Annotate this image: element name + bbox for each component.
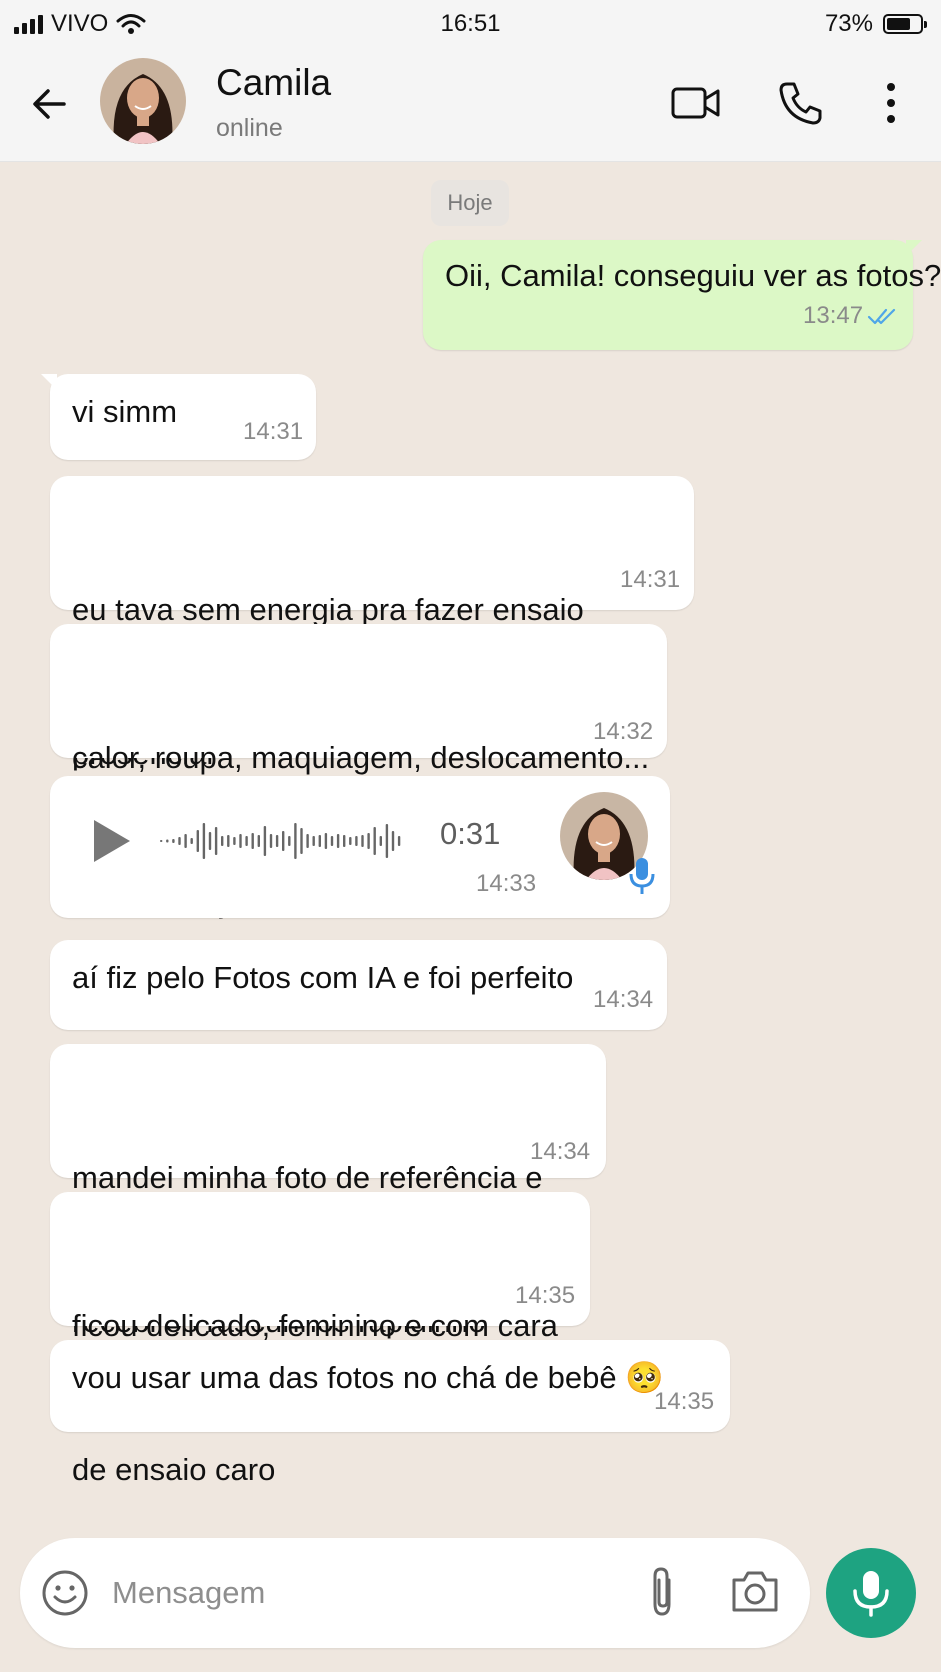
camera-icon[interactable] [730,1568,780,1614]
message-text: aí fiz pelo Fotos com IA e foi perfeito [72,960,574,995]
waveform-bar [306,834,309,848]
message-input[interactable] [112,1568,532,1618]
waveform-bar [355,836,358,846]
message-text: Oii, Camila! conseguiu ver as fotos? [445,258,941,293]
message-time: 14:33 [476,870,537,897]
chat-area[interactable]: Hoje Oii, Camila! conseguiu ver as fotos… [0,162,941,1532]
waveform-bar [166,839,169,843]
message-text: vou usar uma das fotos no chá de bebê 🥺 [72,1360,664,1395]
message-line: de ensaio caro [72,1452,276,1487]
waveform-bar [172,839,175,843]
incoming-message[interactable]: aí fiz pelo Fotos com IA e foi perfeito … [50,940,667,1030]
chat-header: Camila online [0,50,941,162]
mic-badge-icon [629,858,655,894]
waveform-bar [233,837,236,845]
date-chip: Hoje [431,180,509,226]
attach-icon[interactable] [642,1564,682,1620]
waveform-bar [318,835,321,847]
contact-status: online [216,114,283,142]
more-options-icon[interactable] [868,78,914,128]
audio-message[interactable]: 0:31 14:33 [50,776,670,918]
waveform-bar [379,836,382,846]
waveform-bar [312,836,315,846]
message-time: 14:31 [243,418,304,445]
waveform-bar [239,834,242,848]
waveform-bar [324,833,328,849]
waveform-bar [361,835,364,847]
waveform-bar [269,834,273,848]
status-bar: VIVO 16:51 73% [0,0,941,50]
message-input-bar [20,1538,810,1648]
incoming-message[interactable]: vou usar uma das fotos no chá de bebê 🥺 … [50,1340,730,1432]
incoming-message[interactable]: vi simm 14:31 [41,374,316,460]
waveform-bar [257,835,260,847]
read-ticks-icon [867,308,896,325]
message-time: 14:34 [530,1138,591,1165]
waveform-bar [391,831,395,851]
phone-icon[interactable] [775,78,827,128]
status-right: 73% [824,10,927,38]
play-icon[interactable] [86,816,136,866]
waveform-bar [330,836,334,846]
waveform-bar [190,838,193,844]
incoming-message[interactable]: mandei minha foto de referência e recebi… [50,1044,606,1339]
message-line: calor, roupa, maquiagem, deslocamento... [72,740,650,775]
waveform-bar [282,831,285,851]
incoming-message[interactable]: eu tava sem energia pra fazer ensaio pre… [50,476,694,771]
contact-avatar[interactable] [100,58,186,144]
voice-record-button[interactable] [826,1548,916,1638]
waveform-bar [208,832,212,850]
waveform-bar [275,835,279,847]
message-text: vi simm [72,394,178,429]
waveform-bar [385,824,389,858]
waveform-bar [367,833,370,849]
emoji-icon[interactable] [40,1568,90,1618]
waveform-bar [184,834,187,848]
message-time: 14:31 [620,566,681,593]
waveform-bar [336,834,340,848]
waveform-bar [397,836,401,846]
waveform-bar [263,826,267,856]
waveform-bar [300,828,303,854]
microphone-icon [853,1571,889,1617]
message-time: 14:35 [654,1388,715,1415]
waveform-bar [196,830,199,852]
waveform-bar [178,837,181,845]
waveform-bar [227,835,230,847]
audio-duration: 0:31 [440,816,501,851]
battery-percent: 73% [824,10,873,37]
incoming-message[interactable]: ficou delicado, feminino e com cara de e… [50,1192,590,1487]
waveform-bar [202,823,206,859]
message-time: 14:35 [515,1282,576,1309]
waveform-bar [251,833,254,849]
video-call-icon[interactable] [670,78,722,128]
waveform-bar [343,835,346,847]
contact-name[interactable]: Camila [216,62,331,104]
waveform-bar [349,837,352,845]
waveform-bar [214,827,218,855]
outgoing-message[interactable]: Oii, Camila! conseguiu ver as fotos? 13:… [423,240,941,350]
incoming-message[interactable]: calor, roupa, maquiagem, deslocamento...… [50,624,667,919]
message-time: 14:34 [593,986,654,1013]
waveform-bar [221,836,224,846]
waveform-bar [288,836,291,846]
waveform-bar [245,836,248,846]
waveform-bar [294,823,297,859]
message-time: 13:47 [803,302,864,329]
message-time: 14:32 [593,718,654,745]
battery-icon [883,14,927,34]
waveform-bar [373,827,376,855]
back-arrow-icon[interactable] [28,82,72,126]
waveform-bar [160,840,163,842]
audio-waveform[interactable] [158,816,408,866]
clock: 16:51 [440,10,501,37]
